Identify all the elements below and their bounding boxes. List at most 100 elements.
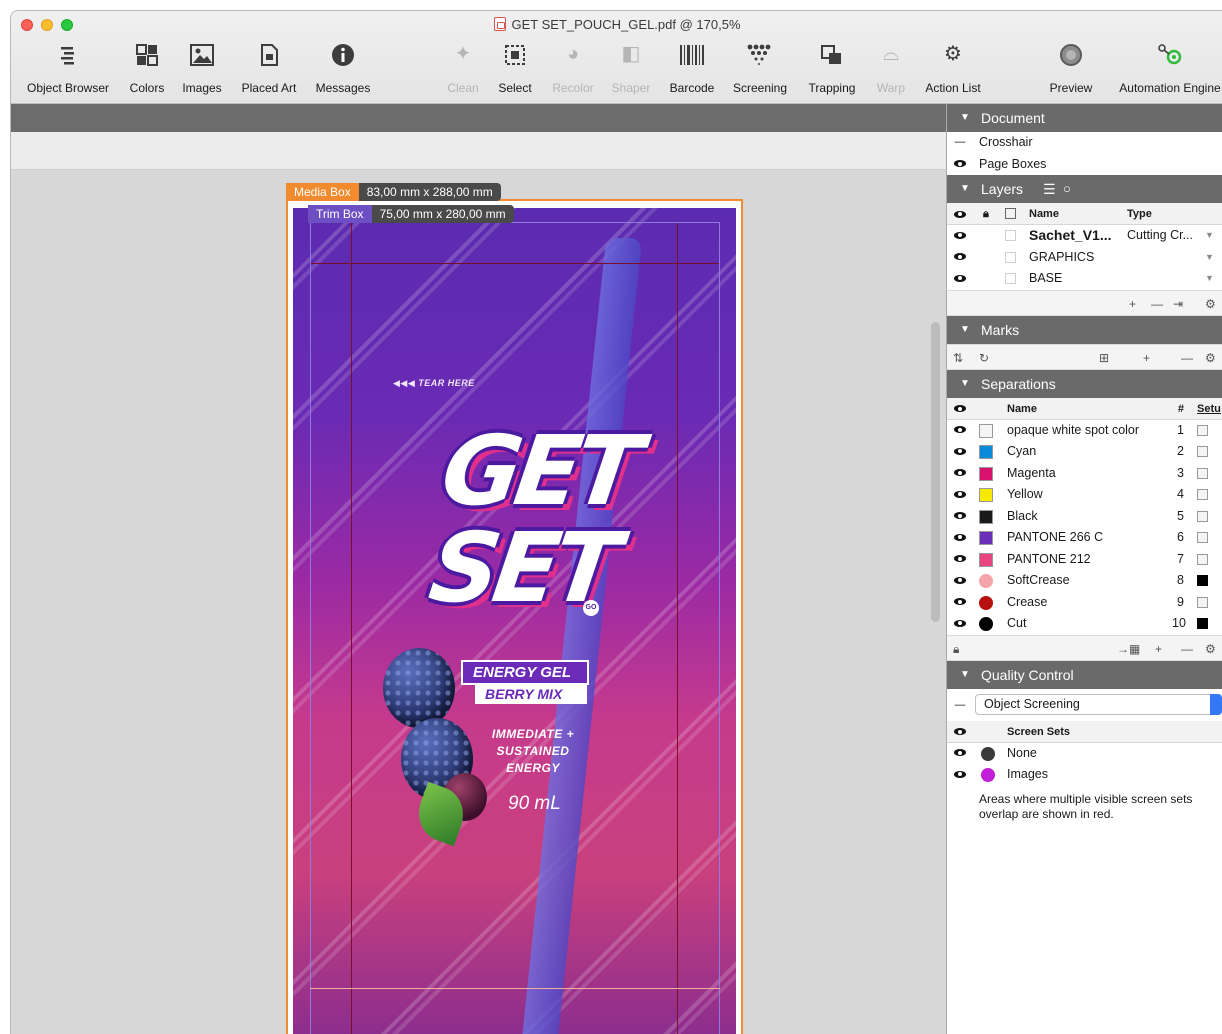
layer-row[interactable]: Sachet_V1... Cutting Cr... ▼ bbox=[947, 225, 1222, 247]
tool-clean[interactable]: ✦ Clean bbox=[441, 39, 485, 99]
tool-action-list[interactable]: ⚙ Action List bbox=[917, 39, 989, 99]
remove-icon[interactable]: — bbox=[1181, 636, 1193, 662]
layer-box-icon[interactable] bbox=[1005, 230, 1016, 241]
tool-select[interactable]: Select bbox=[493, 39, 537, 99]
eye-icon[interactable] bbox=[953, 764, 967, 786]
setup-checkbox[interactable] bbox=[1197, 596, 1208, 608]
chevron-down-icon[interactable]: ▼ bbox=[1205, 225, 1214, 247]
tool-shaper[interactable]: ◧ Shaper bbox=[607, 39, 655, 99]
remove-icon[interactable]: — bbox=[1181, 345, 1193, 371]
setup-checkbox[interactable] bbox=[1197, 424, 1208, 436]
eye-icon[interactable] bbox=[953, 527, 967, 549]
chevron-down-icon[interactable]: ▼ bbox=[1205, 247, 1214, 269]
eye-icon[interactable] bbox=[953, 463, 967, 485]
tool-placed-art[interactable]: Placed Art bbox=[237, 39, 301, 99]
eye-icon[interactable] bbox=[953, 570, 967, 592]
lock-icon[interactable]: 🔒︎ bbox=[953, 636, 959, 662]
vertical-scrollbar[interactable] bbox=[931, 322, 940, 622]
document-row-crosshair[interactable]: — Crosshair bbox=[947, 132, 1222, 154]
separation-row[interactable]: Crease 9 bbox=[947, 592, 1222, 614]
tool-colors[interactable]: Colors bbox=[125, 39, 169, 99]
add-icon[interactable]: + bbox=[1129, 291, 1136, 317]
add-icon[interactable]: + bbox=[1143, 345, 1150, 371]
tool-preview[interactable]: Preview bbox=[1041, 39, 1101, 99]
gear-icon[interactable]: ⚙ bbox=[1205, 345, 1216, 371]
tool-messages[interactable]: Messages bbox=[311, 39, 375, 99]
document-canvas[interactable]: ◀◀◀ TEAR HERE GET SET GO ENERGY GEL BERR… bbox=[11, 132, 946, 1034]
separation-row[interactable]: Cyan 2 bbox=[947, 441, 1222, 463]
marks-section-header[interactable]: ▼ Marks bbox=[947, 315, 1222, 344]
circle-view-icon[interactable]: ○ bbox=[1063, 175, 1071, 203]
eye-icon[interactable] bbox=[953, 268, 967, 290]
eye-icon[interactable] bbox=[953, 225, 967, 247]
minus-icon[interactable]: — bbox=[953, 689, 967, 721]
eye-icon[interactable] bbox=[953, 154, 967, 176]
layers-section-header[interactable]: ▼ Layers ☰ ○ bbox=[947, 175, 1222, 203]
eye-icon[interactable] bbox=[953, 743, 967, 765]
sort-icon[interactable]: ⇅ bbox=[953, 345, 963, 371]
separation-row[interactable]: Black 5 bbox=[947, 506, 1222, 528]
column-name[interactable]: Name bbox=[1029, 203, 1059, 225]
screen-set-row[interactable]: Images bbox=[947, 764, 1222, 786]
setup-checkbox[interactable] bbox=[1197, 489, 1208, 500]
separations-section-header[interactable]: ▼ Separations bbox=[947, 369, 1222, 398]
tool-recolor[interactable]: ◕ Recolor bbox=[545, 39, 601, 99]
separation-row[interactable]: PANTONE 212 7 bbox=[947, 549, 1222, 571]
setup-checkbox[interactable] bbox=[1197, 575, 1208, 586]
document-section-header[interactable]: ▼ Document bbox=[947, 104, 1222, 132]
column-setup[interactable]: Setu bbox=[1197, 398, 1221, 420]
remove-icon[interactable]: — bbox=[1151, 291, 1163, 317]
eye-icon[interactable] bbox=[953, 549, 967, 571]
pouch-artwork[interactable]: ◀◀◀ TEAR HERE GET SET GO ENERGY GEL BERR… bbox=[293, 208, 736, 1034]
gear-icon[interactable]: ⚙ bbox=[1205, 291, 1216, 317]
column-name[interactable]: Name bbox=[1007, 398, 1037, 420]
column-screen-sets[interactable]: Screen Sets bbox=[1007, 721, 1070, 743]
setup-checkbox[interactable] bbox=[1197, 467, 1208, 479]
eye-icon[interactable] bbox=[953, 441, 967, 463]
document-row-page-boxes[interactable]: Page Boxes bbox=[947, 154, 1222, 176]
separation-row[interactable]: Yellow 4 bbox=[947, 484, 1222, 506]
setup-checkbox[interactable] bbox=[1197, 532, 1208, 543]
layer-box-icon[interactable] bbox=[1005, 273, 1016, 284]
eye-icon[interactable] bbox=[953, 420, 967, 442]
column-number[interactable]: # bbox=[1172, 398, 1184, 420]
add-icon[interactable]: + bbox=[1155, 636, 1162, 662]
column-type[interactable]: Type bbox=[1127, 203, 1152, 225]
gear-icon[interactable]: ⚙ bbox=[1205, 636, 1216, 662]
eye-icon[interactable] bbox=[953, 247, 967, 269]
separation-row[interactable]: Cut 10 bbox=[947, 613, 1222, 635]
tool-trapping[interactable]: Trapping bbox=[803, 39, 861, 99]
screen-set-row[interactable]: None bbox=[947, 743, 1222, 765]
eye-icon[interactable] bbox=[953, 484, 967, 506]
chevron-down-icon[interactable] bbox=[1210, 693, 1222, 715]
eye-icon[interactable] bbox=[953, 592, 967, 614]
chevron-down-icon[interactable]: ▼ bbox=[1205, 268, 1214, 290]
add-mark-icon[interactable]: ⊞ bbox=[1099, 345, 1109, 371]
separation-row[interactable]: PANTONE 266 C 6 bbox=[947, 527, 1222, 549]
minus-icon[interactable]: — bbox=[953, 132, 967, 154]
tool-warp[interactable]: ⌓ Warp bbox=[871, 39, 911, 99]
setup-checkbox[interactable] bbox=[1197, 510, 1208, 522]
layer-row[interactable]: BASE ▼ bbox=[947, 268, 1222, 290]
move-to-layer-icon[interactable]: ⇥ bbox=[1173, 291, 1183, 317]
list-view-icon[interactable]: ☰ bbox=[1043, 175, 1056, 203]
eye-icon[interactable] bbox=[953, 613, 967, 635]
tool-barcode[interactable]: Barcode bbox=[665, 39, 719, 99]
setup-checkbox[interactable] bbox=[1197, 618, 1208, 629]
setup-checkbox[interactable] bbox=[1197, 553, 1208, 565]
setup-checkbox[interactable] bbox=[1197, 446, 1208, 457]
add-ink-icon[interactable]: →▦ bbox=[1117, 636, 1140, 662]
eye-icon[interactable] bbox=[953, 506, 967, 528]
separation-row[interactable]: Magenta 3 bbox=[947, 463, 1222, 485]
layer-box-icon[interactable] bbox=[1005, 251, 1016, 263]
tool-automation-engine[interactable]: Automation Engine bbox=[1117, 39, 1222, 99]
quality-control-section-header[interactable]: ▼ Quality Control bbox=[947, 660, 1222, 689]
separation-row[interactable]: SoftCrease 8 bbox=[947, 570, 1222, 592]
tool-object-browser[interactable]: Object Browser bbox=[25, 39, 111, 99]
media-box[interactable]: ◀◀◀ TEAR HERE GET SET GO ENERGY GEL BERR… bbox=[286, 183, 743, 1034]
refresh-icon[interactable]: ↻ bbox=[979, 345, 989, 371]
layer-row[interactable]: GRAPHICS ▼ bbox=[947, 247, 1222, 269]
separation-row[interactable]: opaque white spot color 1 bbox=[947, 420, 1222, 442]
tool-screening[interactable]: Screening bbox=[729, 39, 791, 99]
quality-control-select[interactable]: Object Screening bbox=[975, 693, 1222, 715]
